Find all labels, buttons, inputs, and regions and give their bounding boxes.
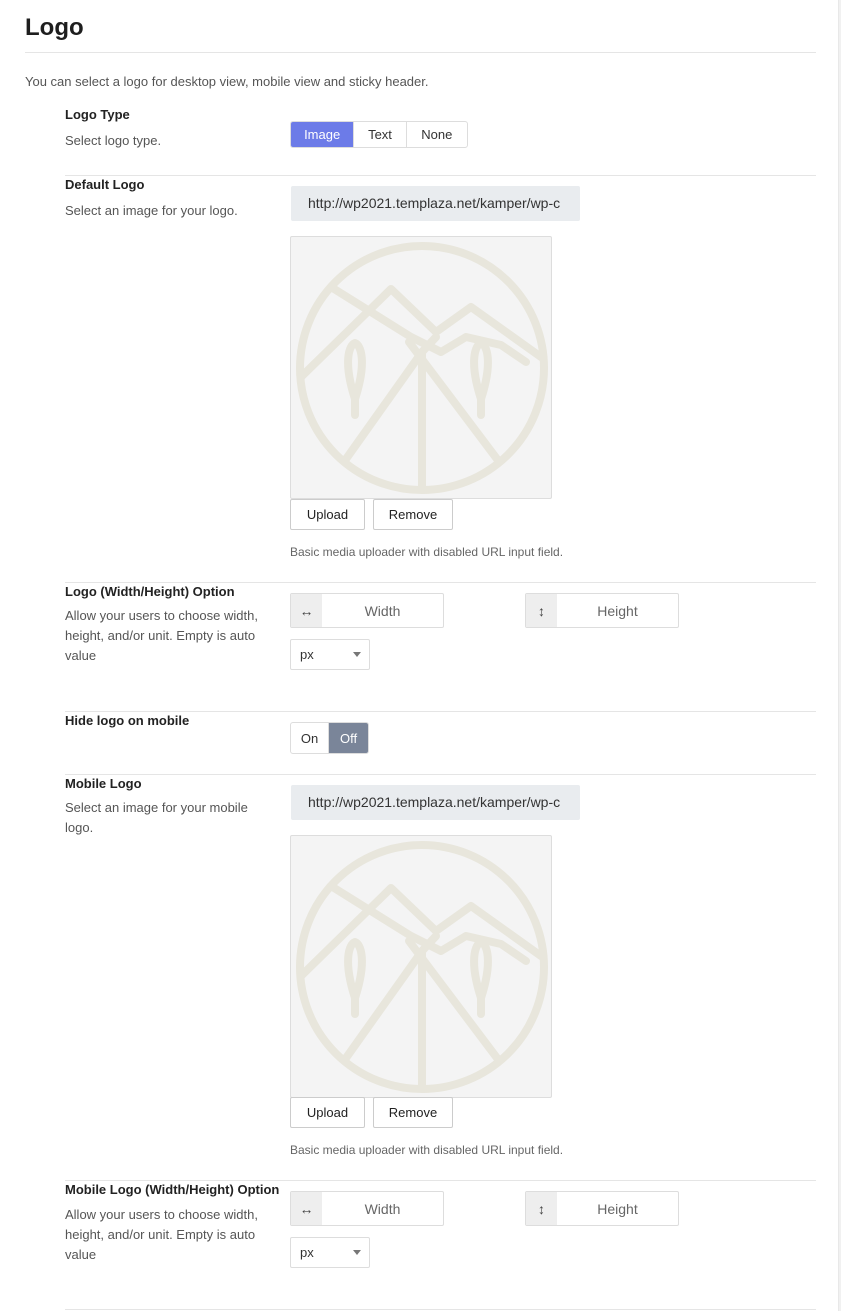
logo-size-desc: Allow your users to choose width, height…: [65, 608, 258, 663]
mobile-logo-unit-value: px: [300, 1245, 314, 1260]
mobile-logo-upload-button[interactable]: Upload: [290, 1097, 365, 1128]
mobile-logo-size-desc: Allow your users to choose width, height…: [65, 1207, 258, 1262]
chevron-down-icon: [353, 652, 361, 657]
logo-width-field[interactable]: ↔ Width: [290, 593, 444, 628]
mobile-logo-size-label: Mobile Logo (Width/Height) Option: [65, 1182, 280, 1197]
default-logo-desc: Select an image for your logo.: [65, 203, 238, 218]
divider: [65, 175, 816, 176]
divider: [65, 711, 816, 712]
mobile-logo-label: Mobile Logo: [65, 776, 142, 791]
default-logo-remove-button[interactable]: Remove: [373, 499, 453, 530]
default-logo-url-field: http://wp2021.templaza.net/kamper/wp-c: [291, 186, 580, 221]
logo-type-desc: Select logo type.: [65, 133, 162, 148]
hide-mobile-on-option[interactable]: On: [291, 723, 330, 753]
hide-mobile-label: Hide logo on mobile: [65, 713, 190, 728]
hide-mobile-toggle: On Off: [290, 722, 369, 754]
default-logo-preview: [290, 236, 552, 499]
chevron-down-icon: [353, 1250, 361, 1255]
section-title: Logo: [25, 14, 84, 41]
divider: [65, 1180, 816, 1181]
horizontal-arrows-icon: ↔: [291, 594, 322, 627]
mobile-logo-width-field[interactable]: ↔ Width: [290, 1191, 444, 1226]
mobile-logo-remove-button[interactable]: Remove: [373, 1097, 453, 1128]
section-intro: You can select a logo for desktop view, …: [25, 74, 429, 89]
mobile-logo-help-text: Basic media uploader with disabled URL i…: [290, 1143, 564, 1157]
logo-width-placeholder: Width: [364, 602, 401, 619]
logo-unit-select[interactable]: px: [290, 639, 370, 670]
camp-logo-image: [296, 841, 548, 1093]
logo-type-none-option[interactable]: None: [407, 122, 467, 147]
divider: [65, 582, 816, 583]
logo-type-image-option[interactable]: Image: [291, 122, 355, 147]
logo-unit-value: px: [300, 647, 314, 662]
mobile-logo-desc: Select an image for your mobile logo.: [65, 800, 248, 835]
logo-size-label: Logo (Width/Height) Option: [65, 584, 235, 599]
mobile-logo-unit-select[interactable]: px: [290, 1237, 370, 1268]
logo-type-text-option[interactable]: Text: [354, 122, 407, 147]
mobile-logo-width-placeholder: Width: [364, 1200, 401, 1217]
title-divider: [25, 52, 816, 53]
divider: [65, 1309, 816, 1310]
logo-type-label: Logo Type: [65, 107, 130, 122]
logo-type-selector: Image Text None: [290, 121, 468, 148]
divider: [65, 774, 816, 775]
mobile-logo-preview: [290, 835, 552, 1098]
default-logo-help-text: Basic media uploader with disabled URL i…: [290, 545, 564, 559]
mobile-logo-height-placeholder: Height: [597, 1200, 638, 1217]
mobile-logo-height-field[interactable]: ↕ Height: [525, 1191, 679, 1226]
logo-height-placeholder: Height: [597, 602, 638, 619]
default-logo-label: Default Logo: [65, 177, 145, 192]
horizontal-arrows-icon: ↔: [291, 1192, 322, 1225]
camp-logo-image: [296, 242, 548, 494]
vertical-arrows-icon: ↕: [526, 1192, 557, 1225]
mobile-logo-url-field: http://wp2021.templaza.net/kamper/wp-c: [291, 785, 580, 820]
hide-mobile-off-option[interactable]: Off: [329, 723, 368, 753]
logo-height-field[interactable]: ↕ Height: [525, 593, 679, 628]
vertical-arrows-icon: ↕: [526, 594, 557, 627]
default-logo-upload-button[interactable]: Upload: [290, 499, 365, 530]
